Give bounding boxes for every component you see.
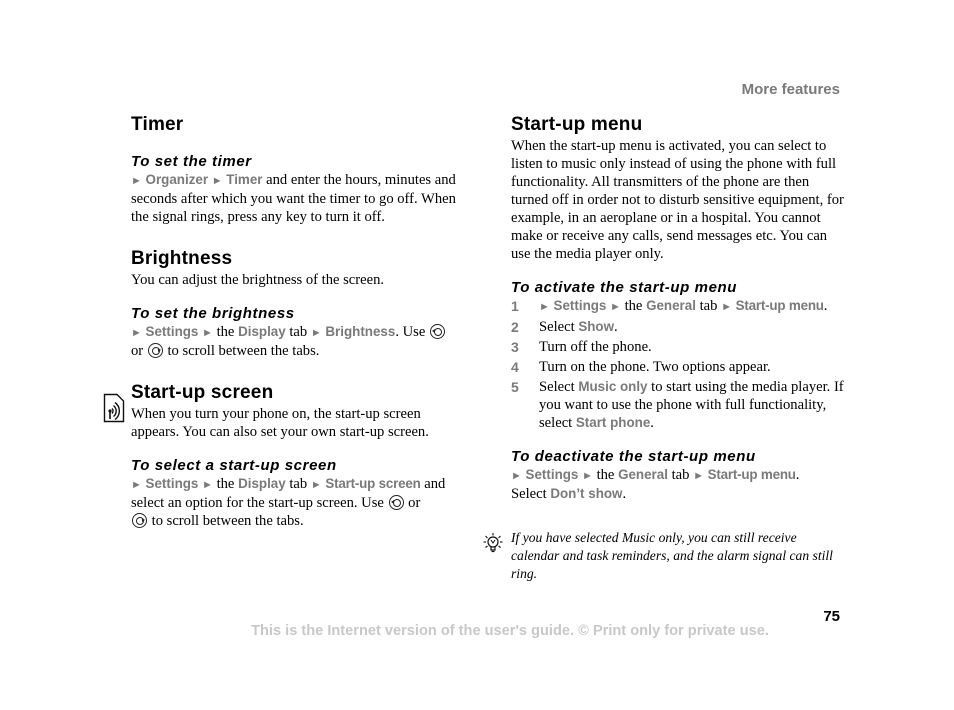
navigation-key-right-icon (147, 343, 163, 358)
timer-instructions: ► Organizer ► Timer and enter the hours,… (131, 172, 456, 225)
startup-screen-instructions: ► Settings ► the Display tab ► Start-up … (131, 476, 446, 529)
arrow-icon: ► (539, 301, 550, 313)
section-title: More features (741, 81, 840, 98)
startup-screen-intro: When you turn your phone on, the start-u… (131, 406, 429, 440)
arrow-icon: ► (131, 175, 142, 187)
brightness-heading: Brightness (131, 248, 233, 269)
list-item: 5 Select Music only to start using the me… (511, 379, 844, 431)
set-timer-subheading: To set the timer (131, 153, 252, 170)
startup-screen-heading: Start-up screen (131, 382, 274, 403)
select-startup-screen-subheading: To select a start-up screen (131, 457, 337, 474)
arrow-icon: ► (610, 301, 621, 313)
right-column: Start-up menu When the start-up menu is … (511, 113, 846, 503)
arrow-icon: ► (693, 470, 704, 482)
deactivate-instructions: ► Settings ► the General tab ► Start-up … (511, 467, 800, 502)
arrow-icon: ► (721, 301, 732, 313)
brightness-instructions: ► Settings ► the Display tab ► Brightnes… (131, 323, 471, 360)
activate-startup-menu-subheading: To activate the start-up menu (511, 279, 738, 296)
navigation-key-left-icon (388, 495, 404, 510)
arrow-icon: ► (131, 327, 142, 339)
arrow-icon: ► (582, 470, 593, 482)
brightness-intro: You can adjust the brightness of the scr… (131, 272, 385, 288)
arrow-icon: ► (202, 479, 213, 491)
navigation-key-right-icon (132, 513, 147, 528)
startup-menu-heading: Start-up menu (511, 114, 643, 135)
left-column: Timer To set the timer ► Organizer ► Tim… (131, 113, 471, 530)
menu-timer: Timer (226, 172, 263, 187)
activate-steps-list: 1 ► Settings ► the General tab ► Start-up… (511, 297, 846, 432)
lightbulb-tip-icon (483, 533, 503, 553)
list-item: 1 ► Settings ► the General tab ► Start-up… (511, 298, 828, 314)
tip-note: If you have selected Music only, you can… (511, 530, 833, 581)
arrow-icon: ► (310, 327, 322, 339)
list-item: 4 Turn on the phone. Two options appear. (511, 359, 771, 375)
arrow-icon: ► (131, 479, 142, 491)
menu-organizer: Organizer (145, 172, 209, 187)
timer-heading: Timer (131, 114, 184, 135)
list-item: 3 Turn off the phone. (511, 339, 652, 355)
startup-menu-intro: When the start-up menu is activated, you… (511, 138, 844, 262)
arrow-icon: ► (310, 479, 322, 491)
navigation-key-left-icon (430, 324, 445, 339)
deactivate-startup-menu-subheading: To deactivate the start-up menu (511, 448, 756, 465)
list-item: 2 Select Show. (511, 319, 618, 335)
wireless-service-icon (103, 393, 125, 423)
arrow-icon: ► (211, 175, 223, 187)
set-brightness-subheading: To set the brightness (131, 305, 295, 322)
footer-notice: This is the Internet version of the user… (251, 623, 769, 639)
arrow-icon: ► (202, 327, 213, 339)
arrow-icon: ► (511, 470, 522, 482)
